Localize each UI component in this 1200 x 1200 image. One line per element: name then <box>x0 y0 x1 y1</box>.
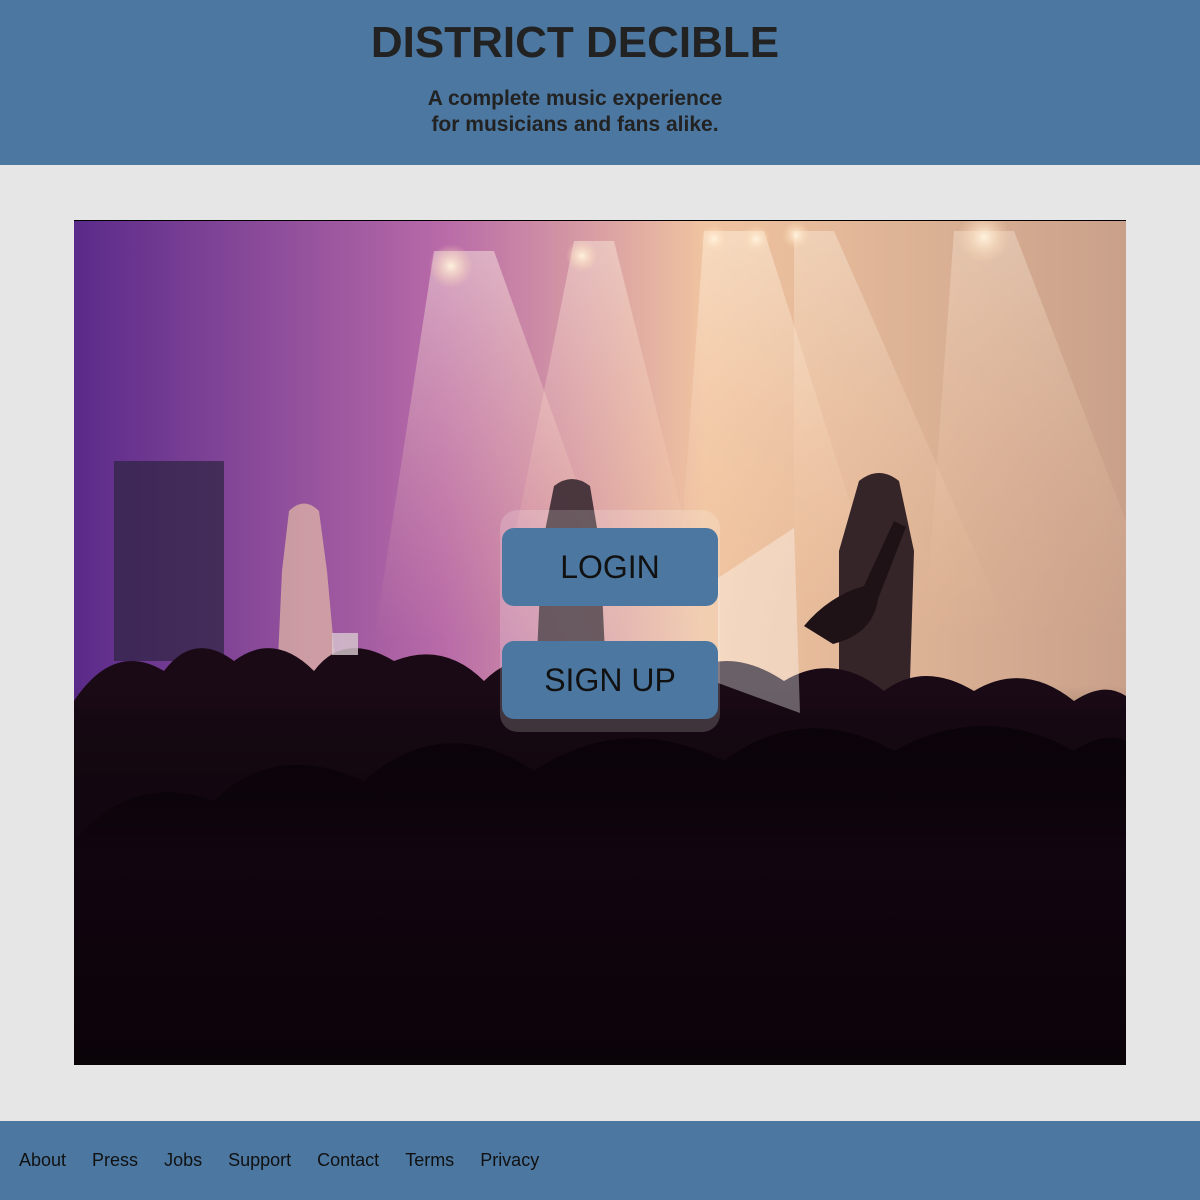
footer-link-support[interactable]: Support <box>228 1150 291 1170</box>
footer-link-about[interactable]: About <box>19 1150 66 1170</box>
site-title: DISTRICT DECIBLE <box>370 18 780 67</box>
site-header: DISTRICT DECIBLE A complete music experi… <box>0 0 1200 165</box>
footer-link-press[interactable]: Press <box>92 1150 138 1170</box>
play-icon[interactable] <box>718 528 800 713</box>
footer-nav: About Press Jobs Support Contact Terms P… <box>19 1121 539 1200</box>
signup-button[interactable]: SIGN UP <box>502 641 718 719</box>
footer-link-contact[interactable]: Contact <box>317 1150 379 1170</box>
tagline: A complete music experience for musician… <box>0 86 1150 138</box>
footer-link-jobs[interactable]: Jobs <box>164 1150 202 1170</box>
tagline-line-1: A complete music experience <box>427 87 723 110</box>
tagline-line-2: for musicians and fans alike. <box>431 113 719 136</box>
footer-link-terms[interactable]: Terms <box>405 1150 454 1170</box>
footer-link-privacy[interactable]: Privacy <box>480 1150 539 1170</box>
site-footer: About Press Jobs Support Contact Terms P… <box>0 1121 1200 1200</box>
login-button[interactable]: LOGIN <box>502 528 718 606</box>
